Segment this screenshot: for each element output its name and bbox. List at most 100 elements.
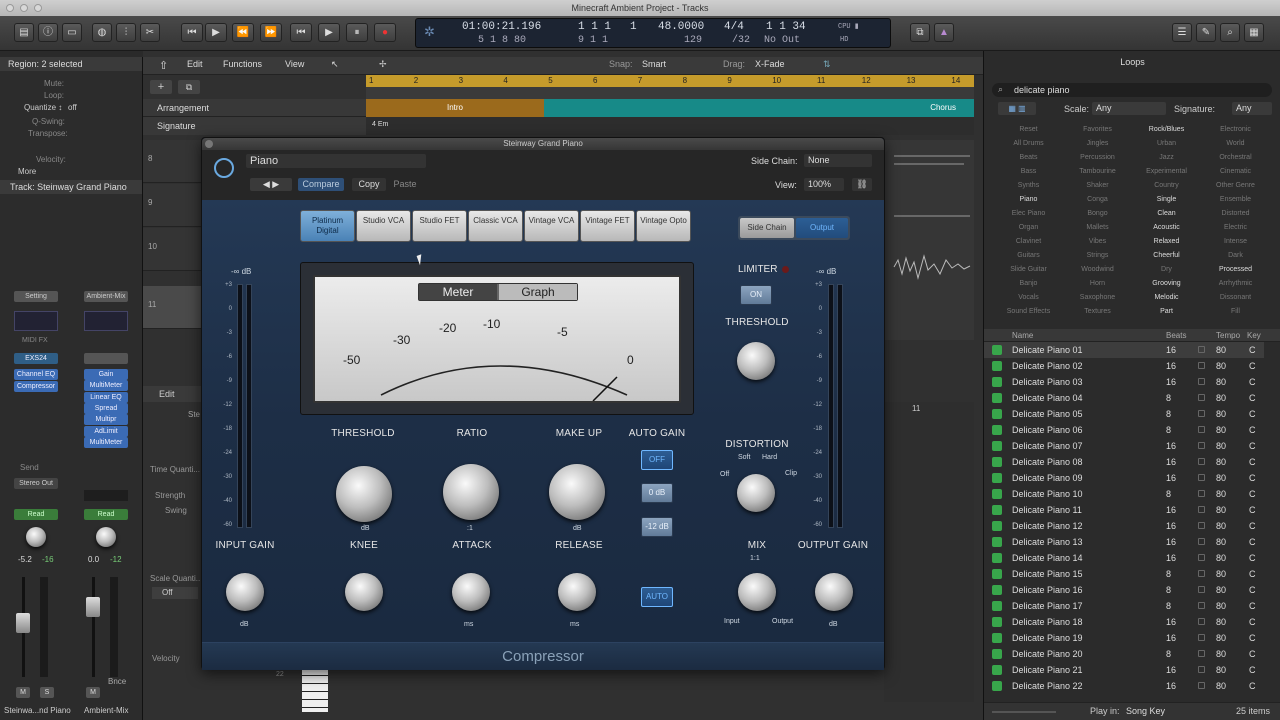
list-item[interactable]: Delicate Piano 17 8 80 C — [984, 598, 1264, 614]
keyword-button[interactable]: Elec Piano — [994, 207, 1063, 220]
list-item[interactable]: Delicate Piano 06 8 80 C — [984, 422, 1264, 438]
plugin-slot-right[interactable]: MultiMeter — [84, 380, 128, 392]
list-item[interactable]: Delicate Piano 10 8 80 C — [984, 486, 1264, 502]
keyword-button[interactable]: Relaxed — [1132, 235, 1201, 248]
keyword-button[interactable]: Cinematic — [1201, 165, 1270, 178]
output-slot[interactable]: Stereo Out — [14, 478, 58, 489]
add-track-icon[interactable]: + — [150, 80, 172, 94]
keyword-button[interactable]: Reset — [994, 123, 1063, 136]
favorite-checkbox[interactable] — [1198, 378, 1205, 385]
mute-button[interactable]: M — [16, 687, 30, 698]
toolbar-icon[interactable]: ▭ — [62, 23, 82, 42]
keyword-button[interactable]: Slide Guitar — [994, 263, 1063, 276]
ambient-setting-button[interactable]: Ambient-Mix — [84, 291, 128, 302]
keyword-button[interactable]: Orchestral — [1201, 151, 1270, 164]
plugin-slot-right[interactable]: MultiMeter — [84, 436, 128, 448]
arrangement-intro[interactable]: Intro — [366, 99, 544, 117]
keyword-button[interactable]: Grooving — [1132, 277, 1201, 290]
mix-knob[interactable] — [738, 573, 776, 611]
volume-fader[interactable] — [16, 613, 30, 633]
compare-button[interactable]: Compare — [298, 178, 344, 191]
output-gain-knob[interactable] — [815, 573, 853, 611]
view-toggle-icon[interactable]: ▦ ▥ — [998, 102, 1036, 115]
favorite-checkbox[interactable] — [1198, 554, 1205, 561]
keyword-button[interactable]: Rock/Blues — [1132, 123, 1201, 136]
keyword-button[interactable]: Banjo — [994, 277, 1063, 290]
automation-read-button[interactable]: Read — [14, 509, 58, 520]
favorite-checkbox[interactable] — [1198, 410, 1205, 417]
link-icon[interactable]: ⛓ — [852, 178, 872, 191]
keyword-button[interactable]: Synths — [994, 179, 1063, 192]
favorite-checkbox[interactable] — [1198, 346, 1205, 353]
list-item[interactable]: Delicate Piano 21 16 80 C — [984, 662, 1264, 678]
favorite-checkbox[interactable] — [1198, 618, 1205, 625]
arrangement-track[interactable]: Arrangement — [143, 99, 366, 117]
side-chain-view-button[interactable]: Side Chain — [740, 218, 794, 238]
editor-edit-menu[interactable]: Edit — [159, 389, 175, 399]
metronome-icon[interactable]: ▲ — [934, 23, 954, 42]
keyword-button[interactable]: Cheerful — [1132, 249, 1201, 262]
loop-browser-icon[interactable]: ⌕ — [1220, 23, 1240, 42]
signature-select[interactable]: Any — [1232, 102, 1272, 115]
keyword-button[interactable]: Electric — [1201, 221, 1270, 234]
favorite-checkbox[interactable] — [1198, 490, 1205, 497]
keyword-button[interactable]: Horn — [1063, 277, 1132, 290]
favorite-checkbox[interactable] — [1198, 458, 1205, 465]
channel-name[interactable]: Steinwa...nd Piano — [4, 706, 71, 715]
list-item[interactable]: Delicate Piano 16 8 80 C — [984, 582, 1264, 598]
pointer-tool-icon[interactable]: ↖ — [331, 59, 339, 70]
piano-keyboard[interactable] — [302, 668, 328, 712]
circuit-vintage-fet-button[interactable]: Vintage FET — [580, 210, 635, 242]
browser-icon[interactable]: ▦ — [1244, 23, 1264, 42]
output-slot-right[interactable] — [84, 490, 128, 501]
circuit-vintage-vca-button[interactable]: Vintage VCA — [524, 210, 579, 242]
list-item[interactable]: Delicate Piano 05 8 80 C — [984, 406, 1264, 422]
view-menu[interactable]: View — [285, 59, 304, 69]
list-item[interactable]: Delicate Piano 04 8 80 C — [984, 390, 1264, 406]
keyword-button[interactable]: Sound Effects — [994, 305, 1063, 318]
keyword-button[interactable]: Single — [1132, 193, 1201, 206]
favorite-checkbox[interactable] — [1198, 650, 1205, 657]
list-icon[interactable]: ☰ — [1172, 23, 1192, 42]
view-zoom-select[interactable]: 100% — [804, 178, 844, 191]
record-icon[interactable]: ● — [374, 23, 396, 42]
keyword-button[interactable]: Ensemble — [1201, 193, 1270, 206]
keyword-button[interactable]: All Drums — [994, 137, 1063, 150]
plugin-slot-right[interactable]: Multipr — [84, 414, 128, 426]
keyword-button[interactable]: Percussion — [1063, 151, 1132, 164]
waveform-zoom-icon[interactable]: ⇅ — [823, 59, 831, 70]
keyword-button[interactable]: Dry — [1132, 263, 1201, 276]
go-to-beginning-icon[interactable]: ⏮ — [290, 23, 312, 42]
quantize-value[interactable]: off — [68, 103, 77, 112]
list-item[interactable]: Delicate Piano 18 16 80 C — [984, 614, 1264, 630]
bounce-button[interactable]: Bnce — [108, 677, 126, 686]
minimize-window-button[interactable] — [20, 4, 28, 12]
play-icon[interactable]: ▶ — [318, 23, 340, 42]
track-regions-visible[interactable] — [884, 140, 974, 340]
keyword-button[interactable]: Shaker — [1063, 179, 1132, 192]
plugin-slot-right[interactable]: Linear EQ — [84, 391, 128, 403]
editors-icon[interactable]: ✂ — [140, 23, 160, 42]
keyword-button[interactable]: Saxophone — [1063, 291, 1132, 304]
keyword-button[interactable]: Other Genre — [1201, 179, 1270, 192]
keyword-button[interactable]: Bass — [994, 165, 1063, 178]
solo-button[interactable]: S — [40, 687, 54, 698]
circuit-vintage-opto-button[interactable]: Vintage Opto — [636, 210, 691, 242]
loop-search-field[interactable]: ⌕ delicate piano — [992, 83, 1272, 97]
scale-quantize-select[interactable]: Off — [152, 587, 198, 599]
eq-thumbnail-right[interactable] — [84, 311, 128, 331]
knee-knob[interactable] — [345, 573, 383, 611]
keyword-button[interactable]: Electronic — [1201, 123, 1270, 136]
list-item[interactable]: Delicate Piano 02 16 80 C — [984, 358, 1264, 374]
keyword-button[interactable]: Vibes — [1063, 235, 1132, 248]
scale-select[interactable]: Any — [1092, 102, 1166, 115]
favorite-checkbox[interactable] — [1198, 586, 1205, 593]
keyword-button[interactable]: Piano — [994, 193, 1063, 206]
mixer-icon[interactable]: ⫶ — [116, 23, 136, 42]
limiter-threshold-knob[interactable] — [737, 342, 775, 380]
col-key[interactable]: Key — [1247, 331, 1261, 340]
keyword-button[interactable]: Dark — [1201, 249, 1270, 262]
col-beats[interactable]: Beats — [1166, 331, 1186, 340]
keyword-button[interactable]: Textures — [1063, 305, 1132, 318]
favorite-checkbox[interactable] — [1198, 474, 1205, 481]
